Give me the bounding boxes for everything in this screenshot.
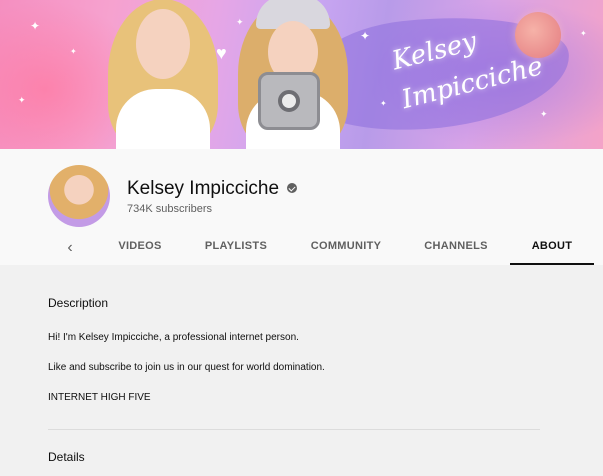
star-icon: ✦ bbox=[236, 17, 244, 27]
channel-name: Kelsey Impicciche bbox=[127, 178, 298, 200]
star-icon: ✦ bbox=[360, 29, 371, 43]
channel-tabs: ‹ VIDEOS PLAYLISTS COMMUNITY CHANNELS AB… bbox=[0, 231, 603, 265]
tab-community[interactable]: COMMUNITY bbox=[303, 231, 389, 265]
star-icon: ✦ bbox=[18, 95, 26, 105]
verified-badge-icon bbox=[287, 183, 298, 193]
companion-cube-graphic bbox=[258, 72, 320, 130]
star-icon: ✦ bbox=[70, 47, 77, 56]
description-line: Hi! I'm Kelsey Impicciche, a professiona… bbox=[48, 332, 299, 343]
banner-person-left bbox=[108, 0, 218, 149]
channel-name-text: Kelsey Impicciche bbox=[127, 178, 280, 199]
about-section: Description Hi! I'm Kelsey Impicciche, a… bbox=[0, 265, 603, 476]
description-line: INTERNET HIGH FIVE bbox=[48, 392, 151, 403]
description-heading: Description bbox=[48, 296, 109, 310]
description-line: Like and subscribe to join us in our que… bbox=[48, 362, 325, 373]
star-icon: ✦ bbox=[30, 19, 41, 33]
details-heading: Details bbox=[48, 450, 85, 464]
channel-banner: ✦ ✦ ✦ ✦ ✦ ✦ ✦ ✦ ♥ Kelsey Impicciche bbox=[0, 0, 603, 149]
heart-icon: ♥ bbox=[216, 43, 227, 63]
tab-videos[interactable]: VIDEOS bbox=[110, 231, 170, 265]
tab-playlists[interactable]: PLAYLISTS bbox=[196, 231, 276, 265]
star-icon: ✦ bbox=[380, 99, 387, 108]
channel-avatar[interactable] bbox=[48, 165, 110, 227]
star-icon: ✦ bbox=[540, 109, 548, 119]
tab-channels[interactable]: CHANNELS bbox=[418, 231, 494, 265]
chevron-left-icon[interactable]: ‹ bbox=[60, 238, 80, 258]
tab-about[interactable]: ABOUT bbox=[510, 231, 594, 265]
channel-header: Kelsey Impicciche 734K subscribers ‹ VID… bbox=[0, 149, 603, 265]
subscriber-count: 734K subscribers bbox=[127, 203, 212, 215]
section-divider bbox=[48, 429, 540, 430]
star-icon: ✦ bbox=[580, 29, 587, 38]
